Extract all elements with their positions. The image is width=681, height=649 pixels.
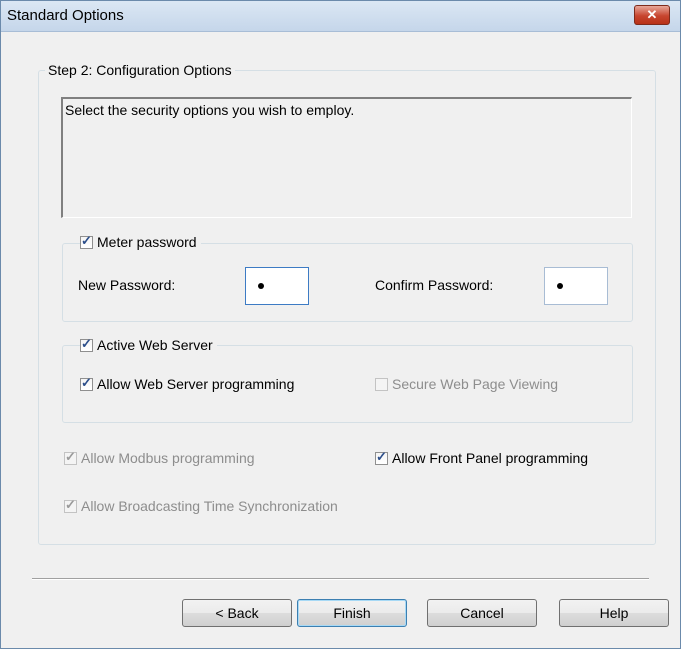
new-password-label: New Password: bbox=[78, 277, 176, 293]
check-mark-icon: ✓ bbox=[81, 335, 92, 351]
active-web-server-label: Active Web Server bbox=[97, 337, 213, 353]
close-icon: ✕ bbox=[646, 7, 658, 22]
dialog-window: Standard Options ✕ Step 2: Configuration… bbox=[0, 0, 681, 649]
secure-web-page-viewing-checkbox-box[interactable] bbox=[375, 377, 388, 391]
allow-web-server-programming-checkbox-box[interactable]: ✓ bbox=[80, 374, 93, 391]
allow-broadcasting-time-sync-label: Allow Broadcasting Time Synchronization bbox=[81, 498, 338, 514]
check-mark-icon: ✓ bbox=[65, 496, 76, 512]
button-separator bbox=[32, 578, 649, 580]
check-mark-icon: ✓ bbox=[65, 448, 76, 464]
allow-modbus-programming-checkbox-box[interactable]: ✓ bbox=[64, 448, 77, 465]
secure-web-page-viewing-label: Secure Web Page Viewing bbox=[392, 376, 559, 392]
allow-modbus-programming-label: Allow Modbus programming bbox=[81, 450, 255, 466]
password-dot bbox=[258, 283, 264, 289]
check-mark-icon: ✓ bbox=[81, 374, 92, 390]
step-group-legend: Step 2: Configuration Options bbox=[45, 62, 235, 78]
finish-button[interactable]: Finish bbox=[297, 599, 407, 627]
allow-broadcasting-time-sync-checkbox[interactable]: ✓ Allow Broadcasting Time Synchronizatio… bbox=[64, 496, 338, 514]
allow-modbus-programming-checkbox[interactable]: ✓ Allow Modbus programming bbox=[64, 448, 255, 466]
meter-password-checkbox[interactable]: ✓ Meter password bbox=[80, 232, 201, 250]
allow-web-server-programming-label: Allow Web Server programming bbox=[97, 376, 295, 392]
allow-front-panel-programming-checkbox-box[interactable]: ✓ bbox=[375, 448, 388, 465]
window-title: Standard Options bbox=[7, 7, 124, 24]
secure-web-page-viewing-checkbox[interactable]: Secure Web Page Viewing bbox=[375, 376, 558, 392]
meter-password-label: Meter password bbox=[97, 234, 197, 250]
allow-front-panel-programming-checkbox[interactable]: ✓ Allow Front Panel programming bbox=[375, 448, 589, 466]
help-button[interactable]: Help bbox=[559, 599, 669, 627]
meter-password-checkbox-box[interactable]: ✓ bbox=[80, 232, 93, 249]
check-mark-icon: ✓ bbox=[376, 448, 387, 464]
allow-front-panel-programming-label: Allow Front Panel programming bbox=[392, 450, 589, 466]
allow-web-server-programming-checkbox[interactable]: ✓ Allow Web Server programming bbox=[80, 374, 295, 392]
back-button[interactable]: < Back bbox=[182, 599, 292, 627]
password-dot bbox=[557, 283, 563, 289]
confirm-password-input[interactable] bbox=[544, 267, 608, 305]
close-button[interactable]: ✕ bbox=[634, 5, 670, 25]
active-web-server-checkbox-box[interactable]: ✓ bbox=[80, 335, 93, 352]
check-mark-icon: ✓ bbox=[81, 232, 92, 248]
description-text: Select the security options you wish to … bbox=[65, 102, 355, 118]
description-box: Select the security options you wish to … bbox=[61, 97, 632, 218]
allow-broadcasting-time-sync-checkbox-box[interactable]: ✓ bbox=[64, 496, 77, 513]
new-password-input[interactable] bbox=[245, 267, 309, 305]
cancel-button[interactable]: Cancel bbox=[427, 599, 537, 627]
title-bar[interactable]: Standard Options ✕ bbox=[1, 1, 680, 32]
dialog-client-area: Step 2: Configuration Options Select the… bbox=[1, 32, 680, 648]
confirm-password-label: Confirm Password: bbox=[375, 277, 494, 293]
active-web-server-checkbox[interactable]: ✓ Active Web Server bbox=[80, 335, 217, 353]
